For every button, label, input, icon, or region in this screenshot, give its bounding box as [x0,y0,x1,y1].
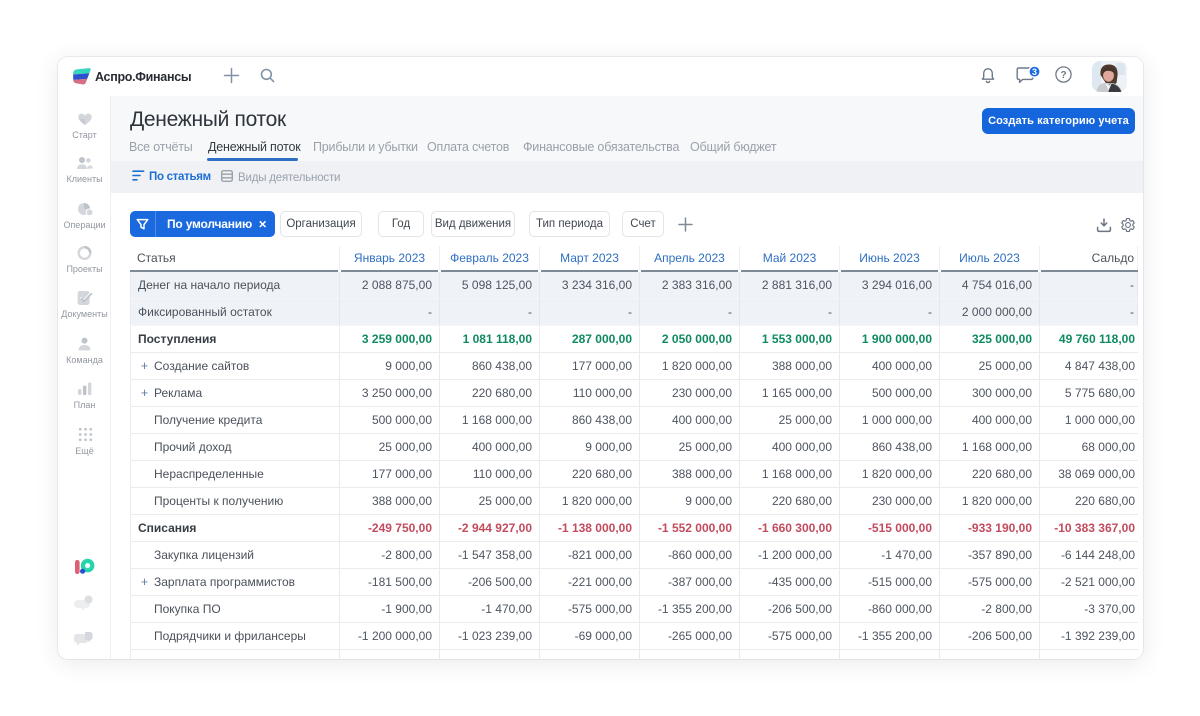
svg-text:?: ? [1060,70,1066,81]
svg-text:3: 3 [1032,67,1037,77]
